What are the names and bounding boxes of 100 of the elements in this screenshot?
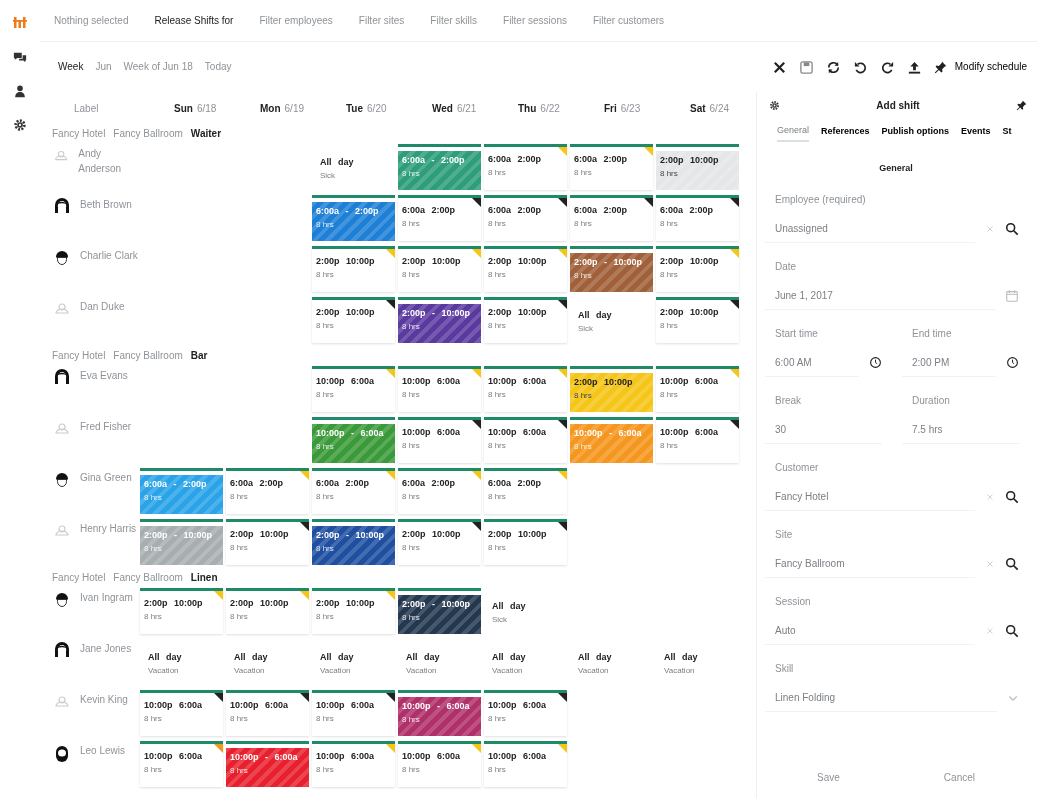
shift-block[interactable]: 10:00p - 6:00a 8 hrs xyxy=(226,748,309,787)
close-icon[interactable] xyxy=(771,59,787,75)
shift-card[interactable]: 2:00p 10:00p 8 hrs xyxy=(398,246,481,292)
shift-card[interactable]: 6:00a 2:00p 8 hrs xyxy=(312,468,395,514)
shift-block[interactable]: 2:00p 10:00p 8 hrs xyxy=(656,151,739,190)
shift-card[interactable]: 10:00p 6:00a 8 hrs xyxy=(484,690,567,736)
shift-card[interactable]: 6:00a 2:00p 8 hrs xyxy=(484,144,567,190)
shift-time: 2:00p 10:00p xyxy=(660,306,720,319)
shift-card[interactable]: 6:00a 2:00p 8 hrs xyxy=(484,195,567,241)
undo-icon[interactable] xyxy=(852,59,868,75)
day-header: Mon xyxy=(260,101,281,116)
shift-card[interactable]: 2:00p 10:00p 8 hrs xyxy=(656,297,739,343)
shift-card[interactable]: 10:00p 6:00a 8 hrs xyxy=(656,366,739,412)
panel-tab[interactable]: Publish options xyxy=(881,123,950,141)
shift-time: 2:00p - 10:00p xyxy=(316,529,386,542)
panel-title: Add shift xyxy=(876,98,920,113)
redo-icon[interactable] xyxy=(879,59,895,75)
save-icon[interactable] xyxy=(798,59,814,75)
shift-time: All day xyxy=(664,651,699,664)
shift-card[interactable]: 10:00p 6:00a 8 hrs xyxy=(312,741,395,787)
shift-note: 8 hrs xyxy=(316,440,335,453)
shift-card[interactable]: 10:00p 6:00a 8 hrs xyxy=(398,417,481,463)
shift-card[interactable]: 10:00p 6:00a 8 hrs xyxy=(140,690,223,736)
shift-time: 2:00p 10:00p xyxy=(144,597,204,610)
shift-card[interactable]: 10:00p 6:00a 8 hrs xyxy=(312,366,395,412)
shift-card[interactable]: 10:00p 6:00a 8 hrs xyxy=(398,366,481,412)
shift-time: 6:00a - 2:00p xyxy=(316,205,380,218)
upload-icon[interactable] xyxy=(906,59,922,75)
filter-item[interactable]: Release Shifts for xyxy=(154,13,234,28)
person-icon[interactable] xyxy=(13,84,27,98)
shift-card[interactable]: 2:00p 10:00p 8 hrs xyxy=(226,588,309,634)
shift-note: 8 hrs xyxy=(316,712,335,725)
field-label: Site xyxy=(775,527,794,542)
shift-card[interactable]: 10:00p 6:00a 8 hrs xyxy=(656,417,739,463)
shift-time: 6:00a 2:00p xyxy=(574,204,629,217)
shift-block[interactable]: 2:00p - 10:00p 8 hrs xyxy=(398,595,481,634)
day-date: 6/20 xyxy=(367,101,387,116)
group-skill: Bar xyxy=(190,348,208,363)
shift-block[interactable]: 2:00p - 10:00p 8 hrs xyxy=(312,526,395,565)
shift-time: 10:00p 6:00a xyxy=(402,426,462,439)
shift-time: 2:00p 10:00p xyxy=(488,528,548,541)
shift-block[interactable]: 10:00p - 6:00a 8 hrs xyxy=(312,424,395,463)
shift-block[interactable]: 2:00p - 10:00p 8 hrs xyxy=(570,253,653,292)
shift-note: Sick xyxy=(492,613,509,626)
settings-icon[interactable] xyxy=(769,99,780,111)
shift-note: 8 hrs xyxy=(488,763,507,776)
shift-card[interactable]: 6:00a 2:00p 8 hrs xyxy=(570,195,653,241)
panel-tab[interactable]: General xyxy=(777,122,810,142)
shift-block[interactable]: 6:00a - 2:00p 8 hrs xyxy=(312,202,395,241)
search-icon[interactable] xyxy=(1005,623,1019,638)
search-icon[interactable] xyxy=(1005,221,1019,236)
shift-note: 8 hrs xyxy=(660,319,679,332)
modify-schedule-button[interactable]: Modify schedule xyxy=(933,60,1027,74)
shift-note: 8 hrs xyxy=(316,490,335,503)
panel-tab[interactable]: St xyxy=(1002,123,1012,141)
shift-block[interactable]: 2:00p 10:00p 8 hrs xyxy=(570,373,653,412)
shift-card[interactable]: 10:00p 6:00a 8 hrs xyxy=(484,741,567,787)
shift-card[interactable]: 10:00p 6:00a 8 hrs xyxy=(226,690,309,736)
shift-note: 8 hrs xyxy=(574,389,593,402)
pin-icon[interactable] xyxy=(1016,99,1027,111)
shift-card[interactable]: 2:00p 10:00p 8 hrs xyxy=(656,246,739,292)
group-path: Fancy Hotel xyxy=(52,126,106,141)
shift-time: 6:00a 2:00p xyxy=(488,204,543,217)
shift-card[interactable]: 2:00p 10:00p 8 hrs xyxy=(140,588,223,634)
field-label: Date xyxy=(775,259,798,274)
shift-note: 8 hrs xyxy=(488,217,507,230)
refresh-icon[interactable] xyxy=(825,59,841,75)
shift-block[interactable]: 2:00p - 10:00p 8 hrs xyxy=(398,304,481,343)
shift-card[interactable]: 6:00a 2:00p 8 hrs xyxy=(398,468,481,514)
shift-note: Vacation xyxy=(664,664,696,677)
shift-note: 8 hrs xyxy=(402,388,421,401)
group-path: Fancy Ballroom xyxy=(113,570,183,585)
search-icon[interactable] xyxy=(1005,489,1019,504)
shift-card[interactable]: 2:00p 10:00p 8 hrs xyxy=(398,519,481,565)
field-label: Employee (required) xyxy=(775,192,867,207)
shift-note: 8 hrs xyxy=(230,541,249,554)
panel-tab[interactable]: References xyxy=(821,123,870,141)
shift-card[interactable]: 6:00a 2:00p 8 hrs xyxy=(484,468,567,514)
shift-card[interactable]: 6:00a 2:00p 8 hrs xyxy=(226,468,309,514)
shift-card[interactable]: 2:00p 10:00p 8 hrs xyxy=(484,297,567,343)
panel-tab[interactable]: Events xyxy=(961,123,991,141)
shift-block[interactable]: 10:00p - 6:00a 8 hrs xyxy=(398,697,481,736)
clock-icon[interactable] xyxy=(869,356,882,369)
shift-card[interactable]: 6:00a 2:00p 8 hrs xyxy=(656,195,739,241)
logo-icon[interactable] xyxy=(12,14,28,30)
shift-note: 8 hrs xyxy=(316,763,335,776)
search-icon[interactable] xyxy=(1005,556,1019,571)
view-button[interactable]: Week xyxy=(58,62,84,72)
shift-card[interactable]: 10:00p 6:00a 8 hrs xyxy=(398,741,481,787)
settings-icon[interactable] xyxy=(13,118,27,132)
chat-icon[interactable] xyxy=(13,50,27,64)
clock-icon[interactable] xyxy=(1006,356,1019,369)
shift-note: 8 hrs xyxy=(488,319,507,332)
shift-note: Vacation xyxy=(234,664,266,677)
shift-card[interactable]: 2:00p 10:00p 8 hrs xyxy=(484,519,567,565)
field-label: End time xyxy=(912,326,953,341)
shift-card[interactable]: 2:00p 10:00p 8 hrs xyxy=(312,246,395,292)
shift-card[interactable]: 6:00a 2:00p 8 hrs xyxy=(398,195,481,241)
day-header: Tue xyxy=(346,101,364,116)
shift-time: All day xyxy=(148,651,183,664)
